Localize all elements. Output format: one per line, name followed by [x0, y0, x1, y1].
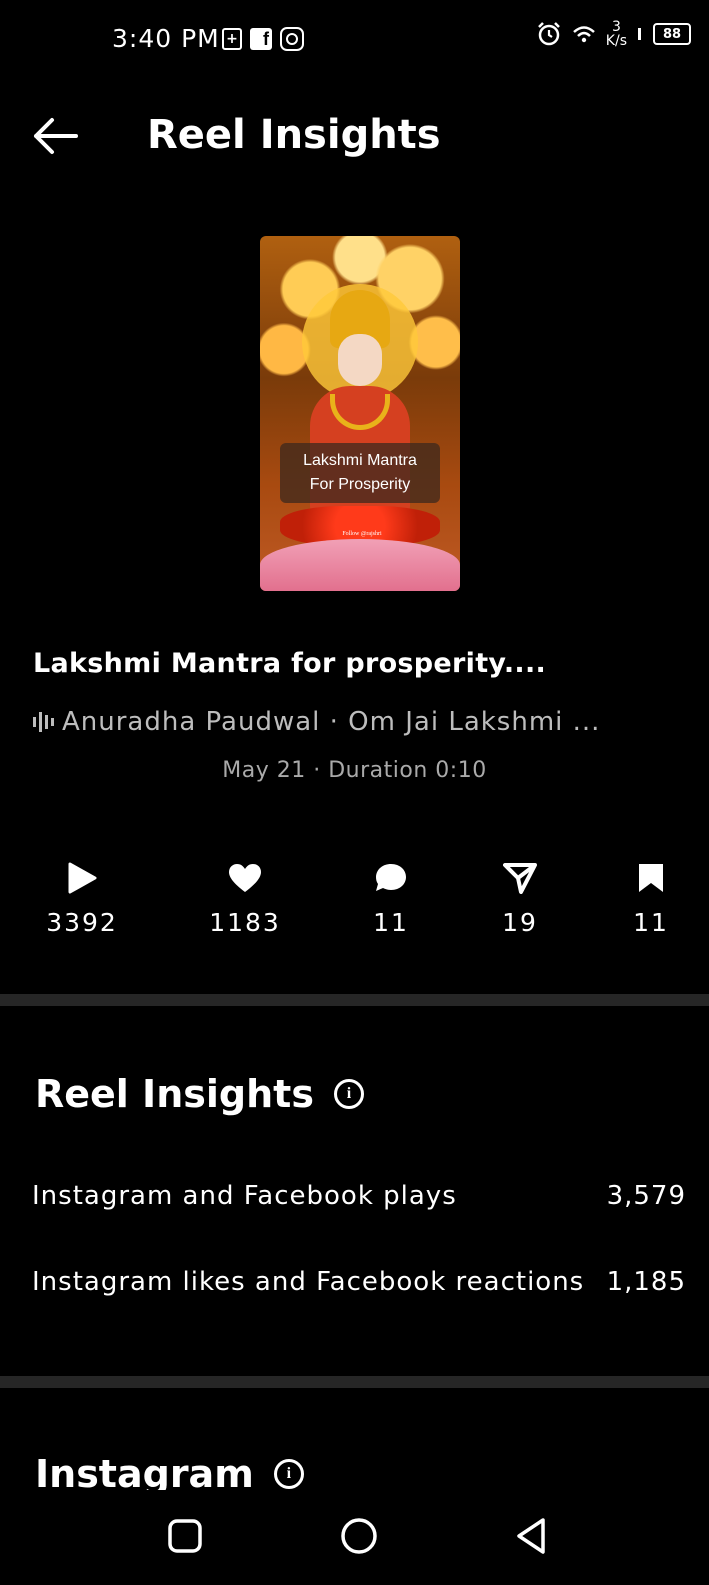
stat-saves: 11 — [596, 858, 706, 937]
wifi-icon — [572, 26, 595, 43]
section-divider — [0, 994, 709, 1006]
audio-track: Anuradha Paudwal · Om Jai Lakshmi ... — [62, 707, 601, 737]
page-title: Reel Insights — [147, 112, 441, 158]
alarm-icon — [537, 22, 560, 46]
battery-icon: 88 — [653, 23, 691, 45]
play-icon — [27, 858, 137, 898]
signal-icon — [638, 28, 641, 40]
stat-shares-value: 19 — [502, 908, 538, 937]
square-icon — [168, 1519, 202, 1553]
metric-label: Instagram and Facebook plays — [32, 1181, 457, 1211]
audio-row[interactable]: Anuradha Paudwal · Om Jai Lakshmi ... — [33, 707, 600, 737]
info-icon[interactable]: i — [273, 1459, 304, 1489]
back-button[interactable] — [30, 114, 80, 158]
network-speed: 3 K/s — [606, 20, 627, 48]
section-divider — [0, 1376, 709, 1388]
metric-value: 3,579 — [606, 1181, 686, 1211]
reel-thumbnail[interactable]: Lakshmi Mantra For Prosperity Follow @ra… — [260, 236, 460, 591]
insights-title-text: Reel Insights — [35, 1072, 314, 1116]
status-system-icons: 3 K/s 88 — [536, 20, 691, 48]
network-speed-unit: K/s — [605, 33, 627, 49]
navigation-bar — [0, 1490, 709, 1585]
stat-plays-value: 3392 — [46, 908, 118, 937]
back-nav-button[interactable] — [510, 1514, 554, 1558]
reel-title: Lakshmi Mantra for prosperity.... — [33, 648, 547, 679]
stat-comments: 11 — [336, 858, 446, 937]
thumbnail-lotus — [260, 539, 460, 591]
send-icon — [465, 858, 575, 898]
reel-insights-screen: 3:40 PM + f 3 K/s 88 Reel Insights Laksh… — [0, 0, 709, 1585]
metric-label: Instagram likes and Facebook reactions — [32, 1267, 585, 1297]
metric-row-plays: Instagram and Facebook plays 3,579 — [32, 1181, 686, 1211]
circle-icon — [341, 1518, 377, 1554]
status-notification-icons: + f — [222, 27, 304, 51]
thumbnail-caption: Lakshmi Mantra For Prosperity — [280, 443, 440, 503]
stat-comments-value: 11 — [373, 908, 409, 937]
instagram-icon — [280, 27, 304, 51]
home-button[interactable] — [337, 1514, 381, 1558]
recents-button[interactable] — [163, 1514, 207, 1558]
metric-row-likes: Instagram likes and Facebook reactions 1… — [32, 1267, 686, 1297]
status-time: 3:40 PM — [112, 24, 220, 53]
heart-icon — [190, 858, 300, 898]
thumbnail-caption-line2: For Prosperity — [309, 476, 411, 493]
back-arrow-icon — [34, 118, 78, 154]
stat-shares: 19 — [465, 858, 575, 937]
comment-icon — [336, 858, 446, 898]
stat-plays: 3392 — [27, 858, 137, 937]
status-bar: 3:40 PM + f 3 K/s 88 — [0, 0, 709, 80]
stat-saves-value: 11 — [633, 908, 669, 937]
header: Reel Insights — [0, 100, 709, 172]
triangle-back-icon — [517, 1518, 545, 1554]
stats-row: 3392 1183 11 19 11 — [0, 858, 709, 938]
stat-likes: 1183 — [190, 858, 300, 937]
insights-section-title: Reel Insights i — [35, 1072, 364, 1116]
thumbnail-face — [338, 334, 382, 386]
battery-saver-icon: + — [222, 28, 242, 50]
metric-value: 1,185 — [606, 1267, 686, 1297]
audio-waveform-icon — [33, 711, 54, 733]
bookmark-icon — [596, 858, 706, 898]
reel-meta: May 21 · Duration 0:10 — [222, 758, 487, 783]
thumbnail-caption-line1: Lakshmi Mantra — [303, 452, 417, 469]
thumbnail-follow-text: Follow @rajshri — [342, 531, 382, 537]
stat-likes-value: 1183 — [209, 908, 281, 937]
info-icon[interactable]: i — [333, 1079, 364, 1109]
facebook-icon: f — [250, 28, 272, 50]
network-speed-value: 3 — [611, 19, 621, 35]
